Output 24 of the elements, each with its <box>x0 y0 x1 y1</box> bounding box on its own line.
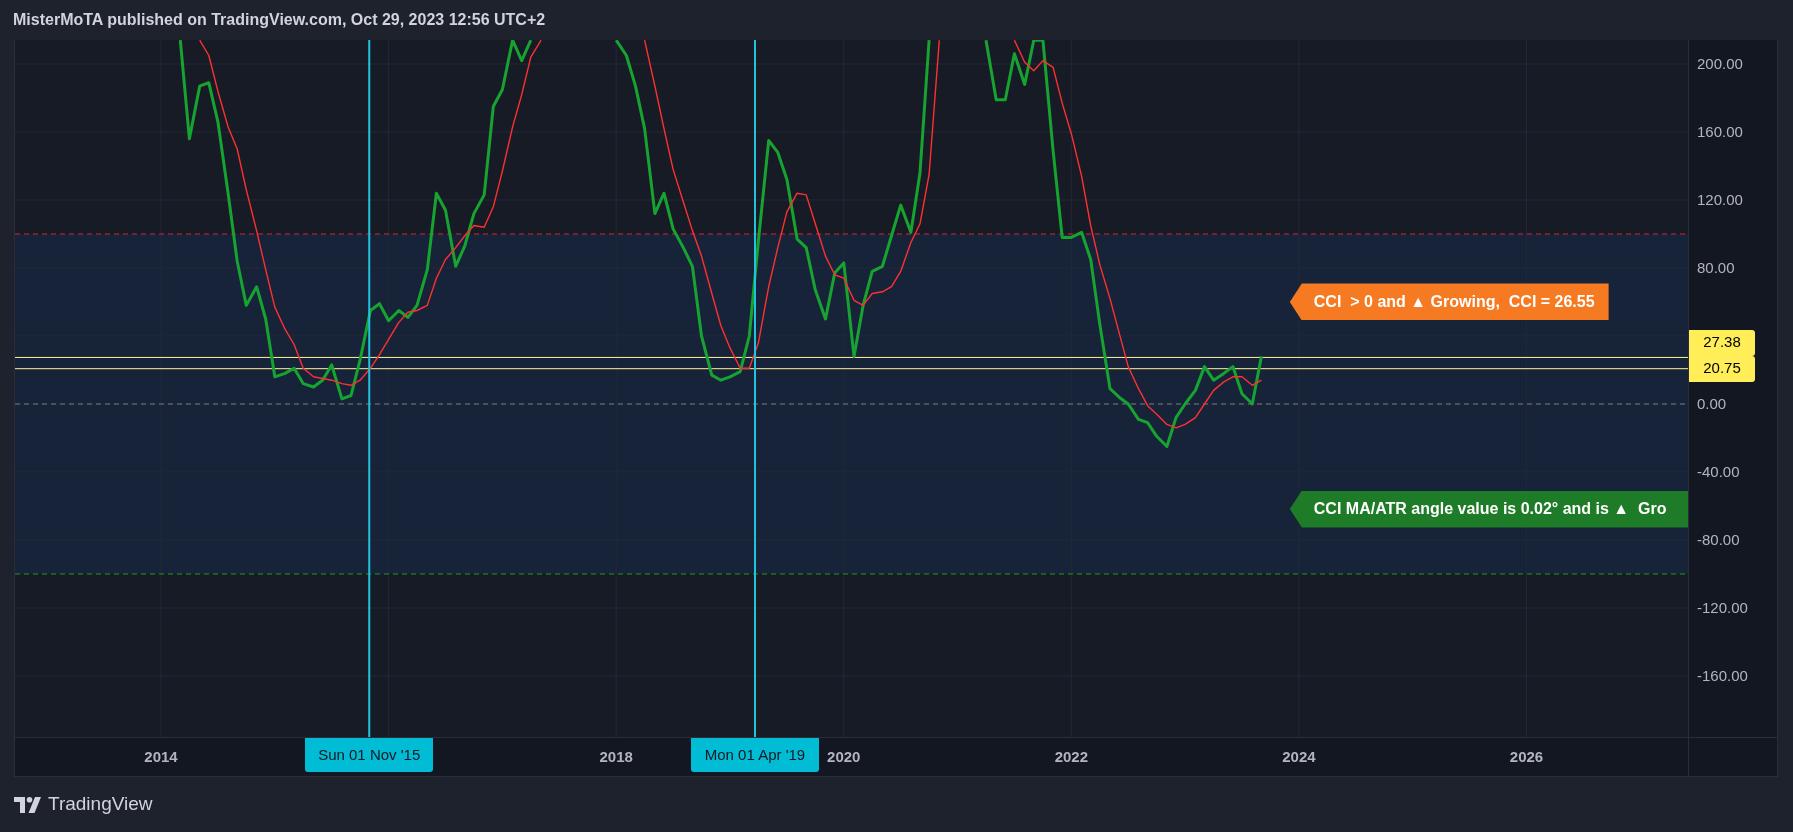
logo-icon <box>14 796 42 813</box>
price-tag: 27.38 <box>1689 329 1755 356</box>
brand-name: TradingView <box>48 792 153 817</box>
axis-label: -80.00 <box>1697 530 1740 549</box>
axis-label: -160.00 <box>1697 666 1748 685</box>
axis-label: 200.00 <box>1697 54 1743 73</box>
axis-label: 0.00 <box>1697 394 1727 413</box>
date-tag: Sun 01 Nov '15 <box>305 738 434 772</box>
axis-label: 80.00 <box>1697 258 1735 277</box>
callout-label: CCI > 0 and ▲ Growing, CCI = 26.55 <box>1289 283 1609 321</box>
publish-info: MisterMoTA published on TradingView.com, Oct 29, 2023 12:56 UTC+2 <box>13 10 546 30</box>
axis-label: -120.00 <box>1697 598 1748 617</box>
axis-label: 2014 <box>144 748 178 766</box>
axis-label: 2024 <box>1282 748 1316 766</box>
callout-label: CCI MA/ATR angle value is 0.02° and is ▲ Gro <box>1289 490 1688 528</box>
date-tag: Mon 01 Apr '19 <box>691 738 819 772</box>
axis-label: 2022 <box>1054 748 1088 766</box>
axis-label: -40.00 <box>1697 462 1740 481</box>
price-tag: 20.75 <box>1689 355 1755 382</box>
axis-label: 2026 <box>1509 748 1544 766</box>
axis-label: 2020 <box>827 748 861 766</box>
axis-label: 120.00 <box>1697 190 1743 209</box>
axis-label: 160.00 <box>1697 122 1743 141</box>
axis-label: 2018 <box>599 748 633 766</box>
